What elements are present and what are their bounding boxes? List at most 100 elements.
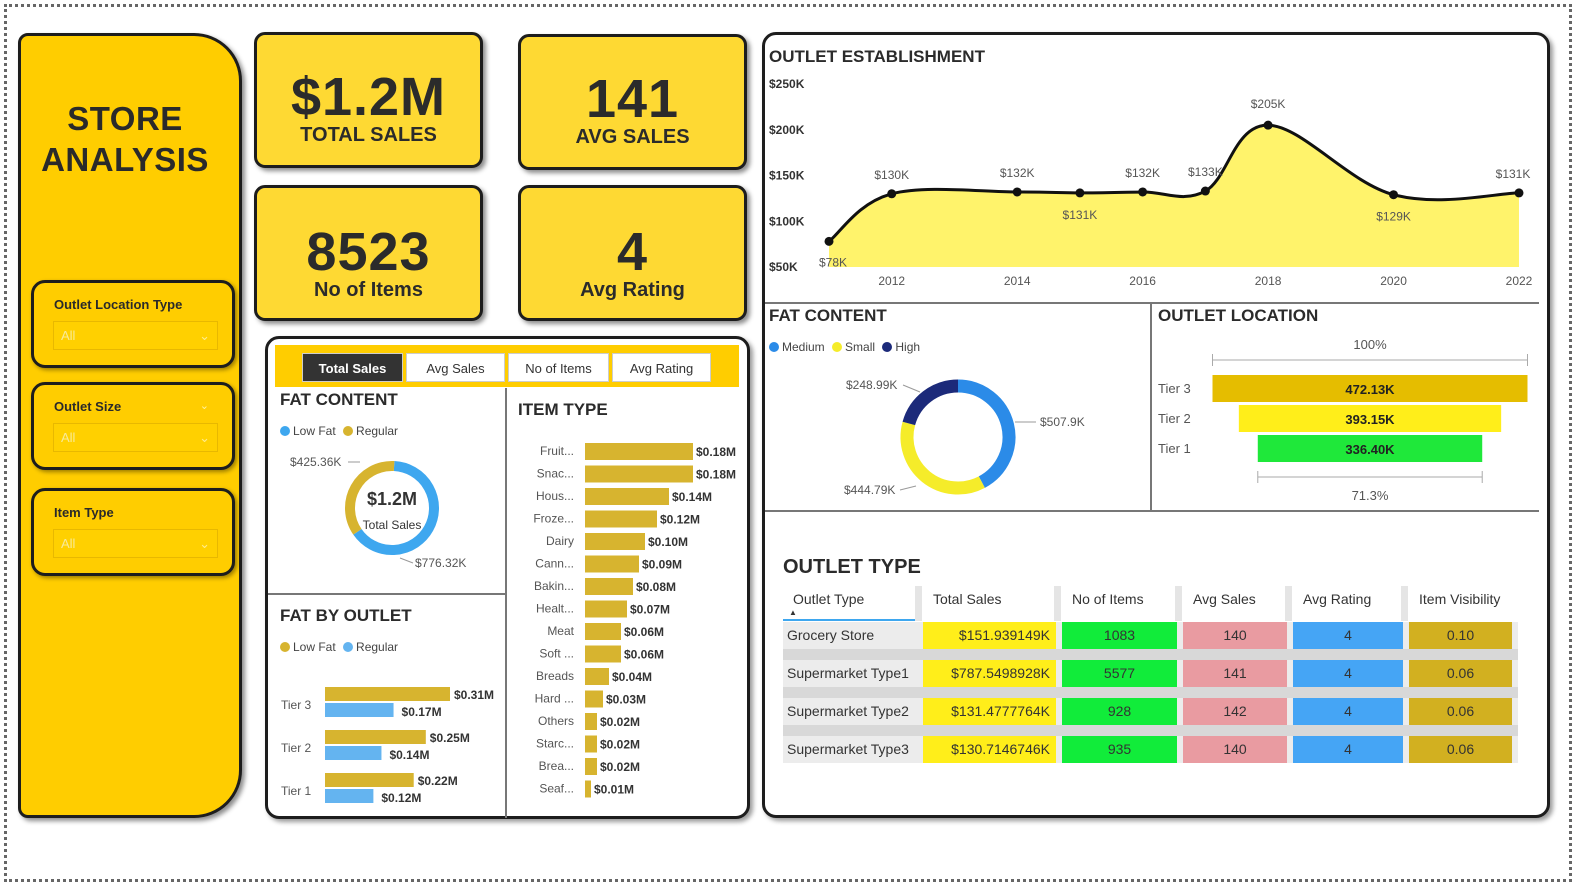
category-label: Cann... (535, 557, 574, 571)
outlet-establishment-title: OUTLET ESTABLISHMENT (769, 47, 985, 66)
bar-value-label: $0.12M (660, 513, 700, 527)
column-header[interactable]: Item Visibility (1409, 578, 1512, 621)
outlet-location-title: OUTLET LOCATION (1158, 306, 1319, 325)
x-tick-label: 2018 (1255, 274, 1282, 288)
chevron-down-icon[interactable]: ⌄ (200, 399, 209, 412)
fat-content-donut: $1.2M Total Sales $425.36K $776.32K (290, 455, 466, 570)
data-point (1200, 186, 1210, 196)
dropdown-value: All (61, 430, 76, 445)
filter-outlet-location-type[interactable]: Outlet Location Type All ⌄ (31, 280, 235, 368)
outlet-location-type-dropdown[interactable]: All ⌄ (53, 321, 218, 350)
bar-value-label: $0.06M (624, 648, 664, 662)
filter-label: Item Type (54, 505, 114, 520)
bar-value-label: $0.14M (672, 490, 712, 504)
table-cell: $130.7146746K (923, 736, 1056, 763)
legend-label: Small (845, 340, 876, 354)
column-header[interactable]: No of Items (1062, 578, 1177, 621)
table-cell: 0.06 (1409, 698, 1512, 725)
category-label: Healt... (536, 602, 574, 616)
bar (585, 780, 591, 798)
legend-dot (343, 642, 354, 652)
y-tick-label: $100K (769, 214, 805, 228)
tab-no-of-items[interactable]: No of Items (508, 353, 609, 382)
y-tick-label: $200K (769, 123, 805, 137)
filter-label: Outlet Location Type (54, 297, 183, 312)
legend-label: Regular (356, 640, 399, 654)
category-label: Bakin... (534, 579, 574, 593)
data-point (887, 189, 897, 199)
data-point (1263, 120, 1273, 130)
tab-total-sales[interactable]: Total Sales (302, 353, 403, 382)
item-type-title: ITEM TYPE (518, 400, 608, 419)
column-divider (1401, 586, 1408, 621)
x-tick-label: 2020 (1380, 274, 1407, 288)
table-cell: 4 (1293, 622, 1403, 649)
leader-line (899, 485, 917, 491)
bar (585, 555, 639, 573)
legend-label: Low Fat (293, 424, 336, 438)
bar-regular (325, 789, 374, 803)
leader-line (902, 384, 921, 393)
kpi-total-sales: $1.2M TOTAL SALES (254, 32, 483, 168)
bar-low-fat (325, 773, 414, 787)
slice-label: $425.36K (290, 455, 341, 469)
legend-label: Regular (356, 424, 399, 438)
dropdown-value: All (61, 536, 76, 551)
category-label: Breads (536, 669, 574, 683)
column-header[interactable]: Total Sales (923, 578, 1056, 621)
legend-dot (343, 426, 354, 436)
kpi-avg-rating: 4 Avg Rating (518, 185, 747, 321)
category-label: Hard ... (535, 692, 574, 706)
category-label: Dairy (546, 534, 574, 548)
bar-value-label: $0.04M (612, 670, 652, 684)
outlet-size-dropdown[interactable]: All ⌄ (53, 423, 218, 452)
funnel-value-label: 472.13K (1345, 382, 1395, 397)
title-line-2: ANALYSIS (41, 141, 209, 178)
column-divider (915, 586, 922, 621)
data-label: $205K (1251, 97, 1286, 111)
sort-ascending-icon[interactable]: ▲ (789, 608, 797, 617)
column-header[interactable]: Outlet Type (783, 578, 917, 621)
kpi-no-of-items: 8523 No of Items (254, 185, 483, 321)
donut-slice (957, 379, 1016, 488)
kpi-value: 4 (616, 222, 649, 282)
table-cell: 4 (1293, 736, 1403, 763)
tab-avg-rating[interactable]: Avg Rating (612, 353, 711, 382)
kpi-label: Avg Rating (580, 279, 685, 301)
fat-content-legend: Low Fat Regular (280, 424, 398, 438)
table-cell: 140 (1183, 622, 1287, 649)
table-cell: $787.5498928K (923, 660, 1056, 687)
bar (585, 533, 645, 550)
slice-label: $507.9K (1040, 415, 1085, 429)
funnel-category-label: Tier 1 (1158, 441, 1191, 456)
legend-dot (882, 342, 893, 352)
data-label: $78K (819, 255, 847, 269)
category-label: Seaf... (539, 782, 574, 796)
tab-avg-sales[interactable]: Avg Sales (406, 353, 505, 382)
table-cell: $131.4777764K (923, 698, 1056, 725)
x-tick-label: 2014 (1004, 274, 1031, 288)
slice-label: $248.99K (846, 378, 897, 392)
column-header[interactable]: Avg Sales (1183, 578, 1287, 621)
bar (585, 443, 693, 460)
funnel-top-label: 100% (1353, 337, 1387, 352)
page-title: STORE ANALYSIS (21, 98, 229, 180)
data-point (824, 236, 834, 246)
filter-item-type[interactable]: Item Type All ⌄ (31, 488, 235, 576)
bar-value-label: $0.25M (430, 731, 470, 745)
column-header[interactable]: Avg Rating (1293, 578, 1403, 621)
category-label: Froze... (533, 512, 574, 526)
item-type-dropdown[interactable]: All ⌄ (53, 529, 218, 558)
filter-outlet-size[interactable]: Outlet Size ⌄ All ⌄ (31, 382, 235, 470)
fat-content-right-title: FAT CONTENT (769, 306, 887, 325)
bar (585, 735, 597, 753)
category-label: Fruit... (540, 444, 574, 458)
outlet-location-funnel: 100% Tier 3 472.13K Tier 2 393.15K Tier 1 336.… (1158, 337, 1528, 503)
table-cell: 0.06 (1409, 736, 1512, 763)
kpi-value: 141 (585, 69, 680, 129)
legend-dot (280, 426, 290, 436)
bar-value-label: $0.12M (381, 791, 421, 805)
data-label: $132K (1000, 166, 1035, 180)
funnel-value-label: 393.15K (1345, 412, 1395, 427)
donut-center-value: $1.2M (367, 489, 417, 509)
